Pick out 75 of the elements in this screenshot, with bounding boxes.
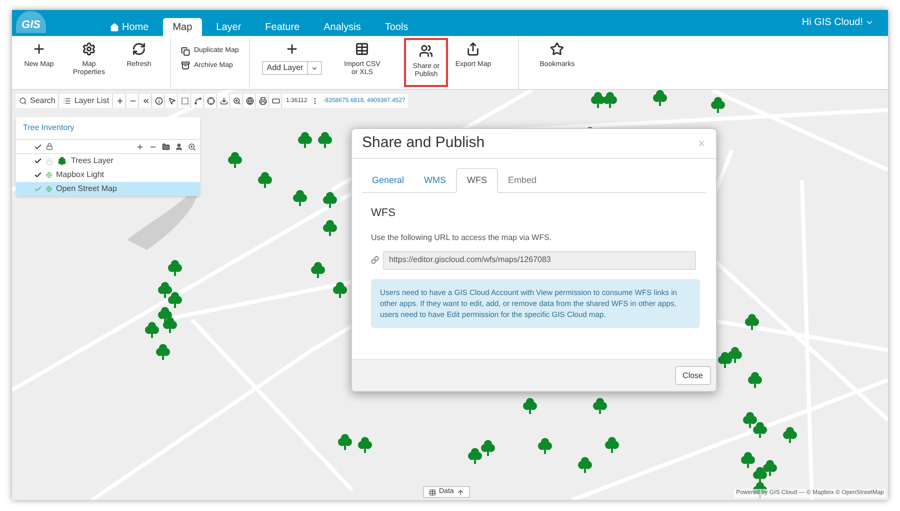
user-icon — [175, 142, 183, 150]
close-icon — [697, 139, 706, 148]
add-layer-dropdown[interactable]: Add Layer — [262, 61, 322, 75]
table-icon — [429, 488, 436, 496]
globe-icon — [46, 186, 52, 192]
layer-row[interactable]: Open Street Map — [16, 182, 200, 196]
check-all-icon — [34, 142, 42, 150]
archive-icon — [181, 61, 190, 70]
export-icon — [466, 42, 480, 56]
download-icon — [220, 97, 228, 105]
map-tool-button[interactable] — [257, 94, 270, 108]
caret-icon — [311, 64, 318, 72]
url-field[interactable]: https://editor.giscloud.com/wfs/maps/1267083 — [383, 250, 696, 270]
dialog-tab[interactable]: WFS — [456, 168, 498, 193]
instruction-text: Use the following URL to access the map via WFS. — [371, 232, 553, 244]
path-icon — [194, 97, 202, 105]
rectangle-icon — [272, 97, 280, 105]
map-tool-button[interactable] — [244, 94, 256, 108]
layer-panel-title: Tree Inventory — [16, 117, 200, 140]
map-tool-button[interactable] — [270, 94, 282, 108]
double-chevron-icon — [142, 97, 150, 105]
magnifier-plus-icon — [232, 97, 241, 105]
link-icon — [371, 256, 379, 264]
dialog-tab[interactable]: General — [362, 168, 414, 193]
pointer-icon — [168, 97, 176, 105]
star-icon — [550, 42, 564, 56]
globe-icon — [246, 97, 254, 105]
close-dialog-button[interactable]: Close — [674, 366, 711, 385]
search-button[interactable]: Search — [16, 94, 60, 108]
info-icon — [154, 97, 163, 105]
dialog-tab[interactable]: WMS — [414, 168, 456, 193]
map-tool-button[interactable] — [179, 94, 192, 108]
map-tool-button[interactable] — [166, 94, 178, 108]
section-heading: WFS — [371, 206, 396, 221]
layer-list-button[interactable]: Layer List — [60, 94, 114, 108]
tree-icon — [57, 156, 67, 166]
map-tool-button[interactable] — [231, 94, 244, 108]
layer-checkbox[interactable] — [34, 185, 42, 193]
add-icon — [136, 142, 144, 150]
layer-checkbox[interactable] — [34, 157, 42, 165]
ribbon-tab[interactable]: Map — [162, 18, 202, 36]
zoom-in-icon — [116, 97, 124, 105]
layer-name: Open Street Map — [56, 183, 117, 195]
map-tool-button[interactable] — [153, 94, 166, 108]
copy-icon — [181, 46, 190, 56]
arrow-up-icon — [456, 488, 464, 496]
dialog-tab[interactable]: Embed — [498, 168, 547, 193]
map-tool-button[interactable] — [205, 94, 218, 108]
people-icon — [419, 44, 434, 58]
lock-icon — [46, 143, 53, 150]
layer-checkbox[interactable] — [34, 171, 42, 179]
map-tool-button[interactable] — [218, 94, 230, 108]
dashed-square-icon — [180, 97, 189, 105]
list-icon — [63, 97, 72, 105]
crosshair-icon — [206, 97, 215, 105]
table-icon — [355, 42, 370, 56]
folder-icon — [162, 142, 170, 150]
map-tool-button[interactable] — [192, 94, 204, 108]
layer-name: Trees Layer — [71, 155, 114, 167]
lock-icon — [46, 158, 53, 164]
magnifier-icon — [188, 142, 196, 150]
gear-icon — [82, 42, 96, 56]
plus-icon — [32, 42, 46, 56]
logo-text: GIS — [22, 20, 40, 31]
globe-icon — [46, 172, 52, 178]
printer-icon — [258, 97, 267, 105]
caret-icon — [865, 18, 874, 27]
refresh-icon — [132, 42, 146, 56]
home-icon — [110, 22, 119, 32]
search-icon — [19, 97, 27, 105]
layer-name: Mapbox Light — [56, 169, 104, 181]
plus-icon — [284, 42, 299, 56]
layer-row[interactable]: Trees Layer — [16, 154, 200, 168]
dialog-title: Share and Publish — [362, 133, 485, 154]
layer-row[interactable]: Mapbox Light — [16, 168, 200, 182]
